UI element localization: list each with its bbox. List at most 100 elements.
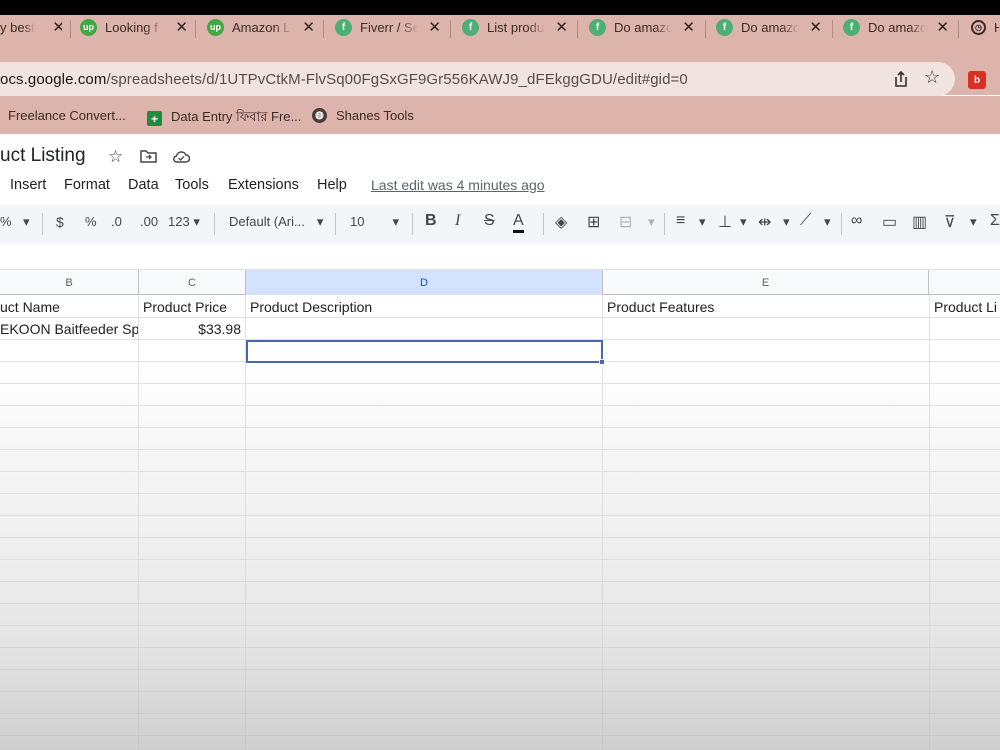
toolbar-separator (543, 213, 544, 235)
percent-format-button[interactable]: % (85, 214, 97, 229)
menu-extensions[interactable]: Extensions (228, 177, 299, 193)
gridline-horizontal (0, 647, 1000, 648)
chevron-down-icon[interactable]: ▾ (783, 214, 790, 230)
font-size-select[interactable]: 10 ▾ (350, 214, 399, 230)
column-letter: B (65, 276, 73, 289)
chevron-down-icon[interactable]: ▾ (699, 214, 706, 230)
functions-icon[interactable]: Σ (990, 212, 1000, 230)
increase-decimal-button[interactable]: .00 (140, 214, 158, 229)
menu-help[interactable]: Help (317, 177, 347, 193)
tab-0[interactable]: y best ✕ (0, 10, 62, 44)
tab-3[interactable]: f Fiverr / Se ✕ (335, 10, 441, 44)
tab-label: Looking f (105, 19, 158, 35)
close-icon[interactable]: ✕ (52, 18, 62, 36)
gridline-horizontal (0, 669, 1000, 670)
number-format-button[interactable]: 123 ▾ (168, 214, 200, 230)
cell-f1[interactable]: Product Li (930, 296, 1000, 318)
fill-color-icon[interactable]: ◈ (555, 212, 567, 232)
tab-8[interactable]: ◷ H (971, 10, 1000, 44)
bookmark-shanes-tools[interactable]: ◍ Shanes Tools (312, 108, 414, 123)
zoom-percent[interactable]: % (0, 214, 12, 229)
close-icon[interactable]: ✕ (936, 18, 949, 36)
menu-format[interactable]: Format (64, 177, 110, 193)
merge-cells-icon[interactable]: ⊟ (619, 212, 632, 232)
column-header-e[interactable]: E (603, 270, 929, 295)
globe-icon: ◍ (312, 108, 327, 123)
cell-e1[interactable]: Product Features (603, 296, 929, 318)
tab-separator (450, 20, 451, 38)
chevron-down-icon[interactable]: ▾ (824, 214, 831, 230)
move-folder-icon[interactable] (140, 149, 157, 163)
horizontal-align-icon[interactable]: ≡ (676, 212, 685, 230)
menu-tools[interactable]: Tools (175, 177, 209, 193)
bookmark-data-entry[interactable]: + Data Entry ফিবার Fre... (147, 108, 301, 129)
chevron-down-icon[interactable]: ▾ (23, 214, 30, 230)
chevron-down-icon: ▾ (316, 214, 324, 229)
column-header-c[interactable]: C (139, 270, 246, 295)
tab-5[interactable]: f Do amazo ✕ (589, 10, 695, 44)
tab-label: H (994, 19, 1000, 35)
gridline-horizontal (0, 515, 1000, 516)
chevron-down-icon[interactable]: ▾ (740, 214, 747, 230)
tab-label: List produ (487, 19, 545, 35)
bookmark-freelance[interactable]: Freelance Convert... (8, 108, 126, 123)
menu-data[interactable]: Data (128, 177, 159, 193)
number-format-label: 123 (168, 214, 190, 229)
extension-icon[interactable]: b (968, 71, 986, 89)
italic-icon[interactable]: I (455, 212, 460, 230)
menu-insert[interactable]: Insert (10, 177, 46, 193)
close-icon[interactable]: ✕ (682, 18, 695, 36)
tab-4[interactable]: f List produ ✕ (462, 10, 568, 44)
close-icon[interactable]: ✕ (555, 18, 568, 36)
currency-format-button[interactable]: $ (56, 214, 64, 230)
close-icon[interactable]: ✕ (175, 18, 188, 36)
strikethrough-icon[interactable]: S (484, 212, 495, 230)
tab-6[interactable]: f Do amazo ✕ (716, 10, 822, 44)
formula-bar[interactable] (0, 243, 1000, 270)
decrease-decimal-button[interactable]: .0 (111, 214, 122, 229)
cell-c2[interactable]: $33.98 (139, 318, 245, 340)
chevron-down-icon[interactable]: ▾ (648, 214, 655, 230)
tab-separator (705, 20, 706, 38)
share-icon[interactable] (893, 70, 909, 88)
close-icon[interactable]: ✕ (428, 18, 441, 36)
fill-handle[interactable] (599, 359, 605, 365)
close-icon[interactable]: ✕ (302, 18, 315, 36)
gridline-horizontal (0, 493, 1000, 494)
tab-1[interactable]: up Looking f ✕ (80, 10, 188, 44)
bold-icon[interactable]: B (425, 212, 437, 230)
tab-label: Do amazo (614, 19, 672, 35)
toolbar-separator (412, 213, 413, 235)
star-icon[interactable]: ☆ (108, 147, 123, 167)
vertical-align-icon[interactable]: ⊥ (718, 212, 732, 232)
chevron-down-icon[interactable]: ▾ (970, 214, 977, 230)
cell-c1[interactable]: Product Price (139, 296, 245, 318)
tab-2[interactable]: up Amazon L ✕ (207, 10, 315, 44)
last-edit-link[interactable]: Last edit was 4 minutes ago (371, 177, 545, 193)
close-icon[interactable]: ✕ (809, 18, 822, 36)
text-wrap-icon[interactable]: ⇹ (758, 212, 771, 232)
cell-b1[interactable]: uct Name (0, 296, 138, 318)
text-rotation-icon[interactable]: ⟋ (800, 212, 811, 230)
toolbar-separator (664, 213, 665, 235)
url-text[interactable]: ocs.google.com/spreadsheets/d/1UTPvCtkM-… (0, 71, 688, 88)
text-color-icon[interactable]: A (513, 212, 524, 233)
cell-d1[interactable]: Product Description (246, 296, 602, 318)
column-header-b[interactable]: B (0, 270, 139, 295)
column-header-d[interactable]: D (246, 270, 603, 295)
comment-icon[interactable]: ▭ (882, 212, 897, 232)
bookmark-star-icon[interactable]: ☆ (924, 67, 940, 88)
tab-separator (195, 20, 196, 38)
font-select[interactable]: Default (Ari... ▾ (229, 214, 323, 230)
link-icon[interactable]: ∞ (851, 212, 862, 230)
tab-separator (958, 20, 959, 38)
cell-b2[interactable]: EKOON Baitfeeder Sp (0, 318, 138, 340)
active-cell-d3[interactable] (246, 340, 603, 363)
cloud-status-icon[interactable] (172, 150, 190, 163)
document-title[interactable]: uct Listing (0, 145, 86, 167)
tab-7[interactable]: f Do amazo ✕ (843, 10, 949, 44)
filter-icon[interactable]: ⊽ (944, 212, 956, 232)
chart-icon[interactable]: ▥ (912, 212, 927, 232)
gridline-horizontal (0, 383, 1000, 384)
borders-icon[interactable]: ⊞ (587, 212, 600, 232)
